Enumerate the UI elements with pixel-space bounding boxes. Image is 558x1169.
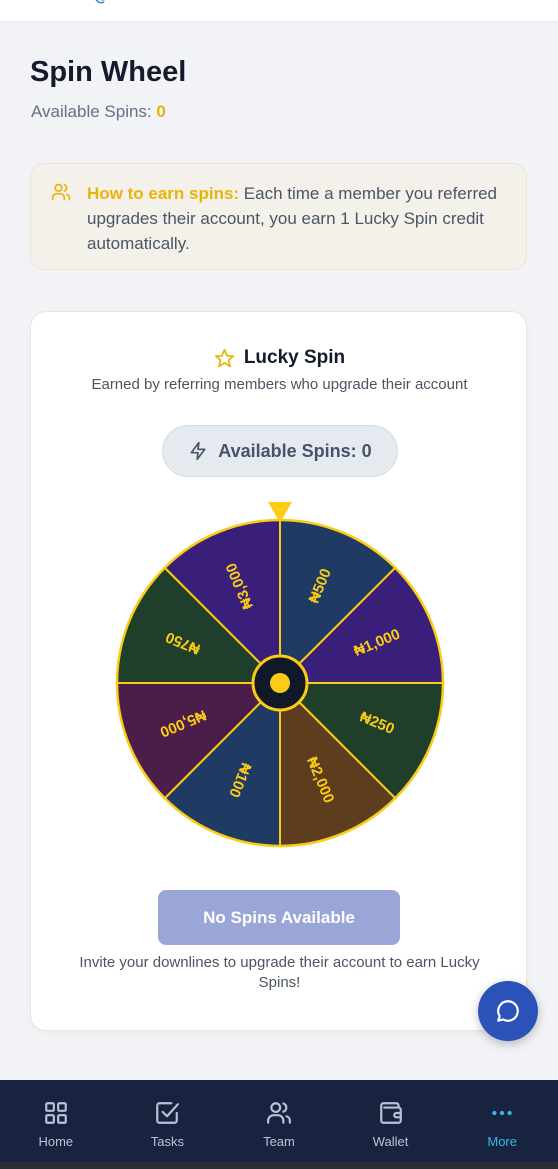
nav-item-team[interactable]: Team	[223, 1080, 335, 1162]
nav-label-team: Team	[263, 1134, 295, 1149]
card-header: Lucky Spin	[31, 345, 528, 371]
available-spins-summary: Available Spins: 0	[31, 102, 166, 122]
system-bar-strip	[0, 1162, 558, 1169]
grid-icon	[44, 1102, 67, 1124]
check-square-icon	[156, 1102, 180, 1124]
top-bar	[0, 0, 558, 22]
nav-item-tasks[interactable]: Tasks	[112, 1080, 224, 1162]
nav-label-wallet: Wallet	[372, 1134, 409, 1149]
earn-spins-lead: How to earn spins:	[87, 184, 240, 203]
nav-item-more[interactable]: More	[446, 1080, 558, 1162]
nav-item-wallet[interactable]: Wallet	[335, 1080, 447, 1162]
chat-button[interactable]	[478, 981, 538, 1041]
earn-spins-info: How to earn spins: Each time a member yo…	[30, 163, 527, 270]
nav-label-home: Home	[38, 1134, 74, 1149]
available-spins-pill: Available Spins: 0	[162, 425, 398, 477]
logo-icon	[95, 0, 106, 4]
earn-spins-text: How to earn spins: Each time a member yo…	[87, 181, 512, 256]
wallet-icon	[379, 1102, 402, 1124]
available-spins-pill-label: Available Spins: 0	[218, 440, 372, 461]
wheel-hub-dot	[270, 673, 290, 693]
card-title: Lucky Spin	[243, 347, 346, 368]
chat-bubble-icon	[497, 1000, 519, 1022]
nav-label-more: More	[487, 1134, 517, 1149]
available-spins-count: 0	[156, 102, 166, 121]
invite-note: Invite your downlines to upgrade their a…	[79, 954, 480, 991]
available-spins-label: Available Spins:	[31, 102, 157, 121]
wheel-graphic: ₦500₦1,000₦250₦2,000₦100₦5,000₦750₦3,000	[115, 502, 445, 848]
card-subtitle: Earned by referring members who upgrade …	[91, 376, 468, 393]
bolt-icon	[190, 441, 206, 461]
more-dots-icon	[492, 1110, 512, 1116]
spin-wheel[interactable]: ₦500 ₦1,000 ₦250 ₦2,000 ₦100 ₦5,000 ₦750 ₦3,000	[115, 500, 445, 850]
page-title: Spin Wheel	[30, 56, 187, 88]
nav-item-home[interactable]: Home	[0, 1080, 112, 1162]
spin-button[interactable]: No Spins Available	[158, 890, 400, 945]
users-icon	[51, 183, 71, 201]
lucky-spin-card: Lucky Spin Earned by referring members w…	[30, 311, 527, 1031]
bottom-nav: Home Tasks Team Wallet More	[0, 1080, 558, 1169]
star-icon	[214, 348, 234, 367]
nav-label-tasks: Tasks	[150, 1134, 184, 1149]
users-icon	[267, 1102, 291, 1124]
